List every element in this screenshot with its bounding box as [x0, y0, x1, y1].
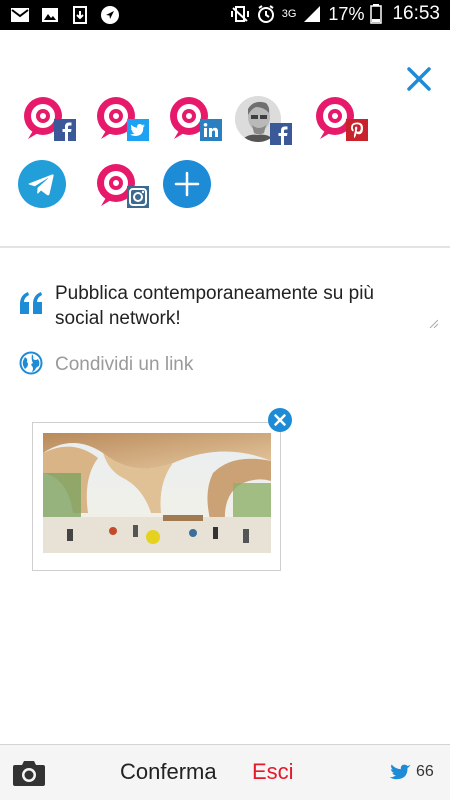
battery-percent: 17%: [328, 3, 365, 24]
account-linkedin[interactable]: [166, 95, 224, 151]
account-pinterest[interactable]: [312, 95, 370, 151]
image-icon: [42, 8, 58, 22]
status-bar: 3G 17% 16:53: [0, 0, 450, 30]
clock: 16:53: [392, 3, 440, 24]
vibrate-icon: [230, 6, 249, 22]
add-account-button[interactable]: [163, 160, 211, 208]
resize-handle-icon[interactable]: [428, 318, 438, 328]
linkedin-icon: [200, 119, 222, 141]
close-icon[interactable]: [404, 64, 434, 94]
exit-button[interactable]: Esci: [252, 759, 294, 785]
attached-image: [43, 433, 271, 553]
quote-icon: [20, 292, 42, 314]
facebook-icon: [270, 123, 292, 145]
twitter-icon: [127, 119, 149, 141]
post-text-area[interactable]: Pubblica contemporaneamente su più socia…: [55, 281, 425, 331]
telegram-icon: [18, 160, 66, 208]
confirm-button[interactable]: Conferma: [120, 759, 217, 785]
account-twitter[interactable]: [93, 95, 151, 151]
instagram-icon: [127, 186, 149, 208]
pinterest-icon: [346, 119, 368, 141]
account-facebook-profile[interactable]: [234, 95, 292, 151]
remove-image-button[interactable]: [268, 408, 292, 432]
signal-icon: [304, 6, 321, 22]
bottom-bar: Conferma Esci 66: [0, 744, 450, 800]
mail-icon: [11, 8, 29, 22]
divider: [0, 246, 450, 248]
alarm-icon: [257, 5, 274, 23]
battery-icon: [370, 4, 383, 24]
account-facebook[interactable]: [20, 95, 78, 151]
navigation-icon: [101, 6, 119, 24]
attached-photo: [43, 433, 271, 553]
camera-icon[interactable]: [12, 759, 46, 787]
account-telegram[interactable]: [18, 160, 76, 216]
globe-icon: [19, 351, 43, 375]
facebook-icon: [54, 119, 76, 141]
twitter-icon: [389, 764, 411, 780]
share-link-input[interactable]: [55, 351, 415, 379]
attached-image-card: [32, 422, 281, 571]
account-instagram[interactable]: [93, 162, 151, 218]
network-type: 3G: [281, 8, 297, 20]
character-count: 66: [416, 763, 434, 780]
download-icon: [73, 6, 87, 24]
